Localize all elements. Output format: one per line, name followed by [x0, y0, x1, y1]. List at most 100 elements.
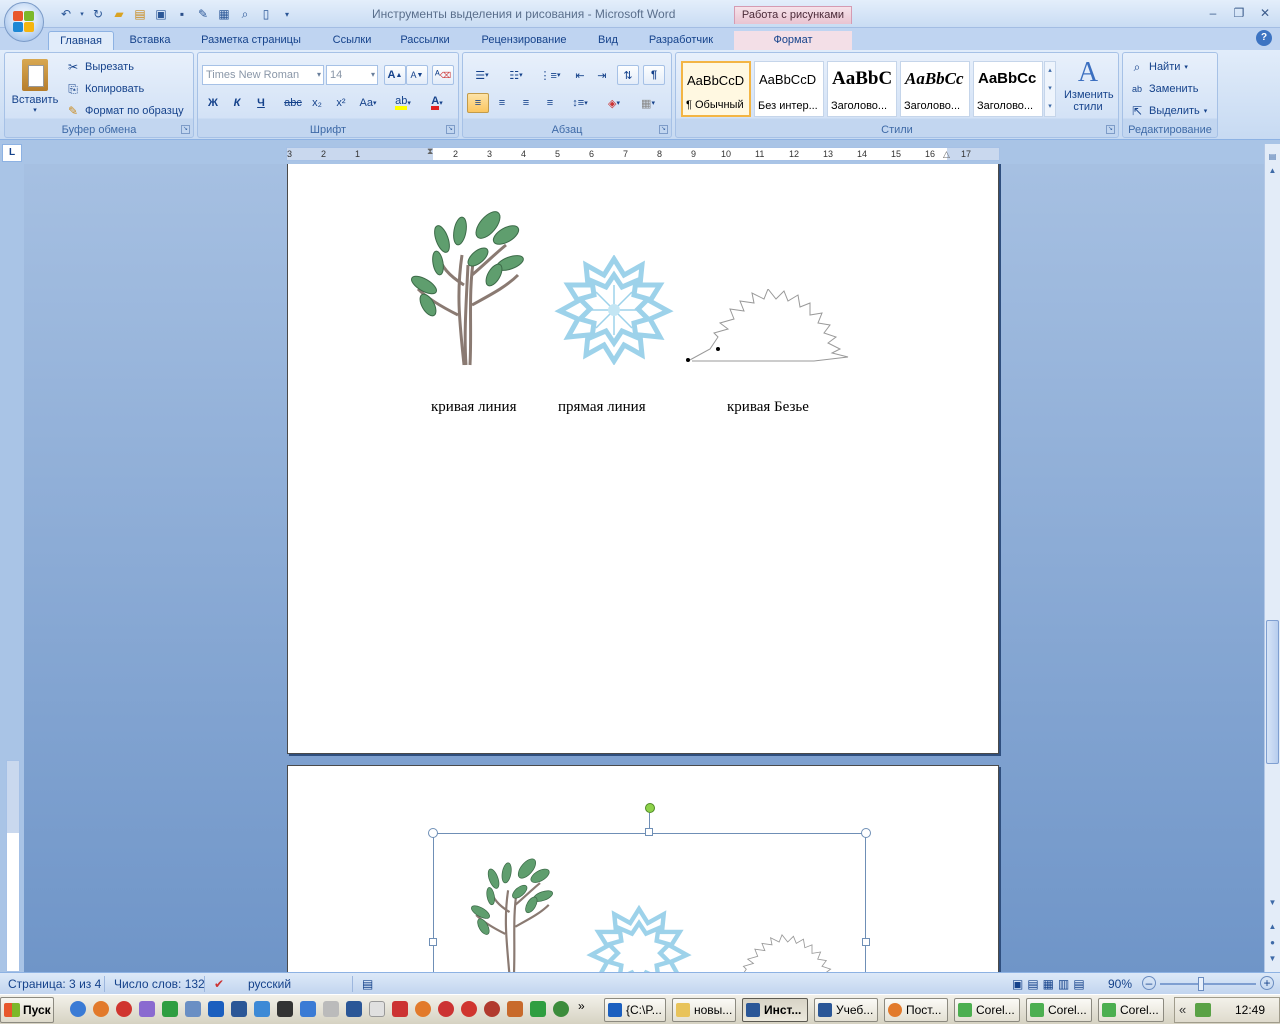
horizontal-ruler[interactable]: 3 2 1 2 3 4 5 6 7 8 9 10 11 12 13 14 15 … — [286, 146, 1000, 161]
view-buttons[interactable]: ▣▤▦▥▤ — [1012, 977, 1089, 991]
paragraph-launcher-icon[interactable]: ↘ — [659, 125, 668, 134]
minimize-icon[interactable]: – — [1202, 4, 1224, 22]
zoom-level[interactable]: 90% — [1108, 977, 1132, 991]
spelling-check-icon[interactable]: ✔ — [214, 977, 224, 991]
tab-mailings[interactable]: Рассылки — [390, 31, 460, 50]
quick-launch-icon[interactable] — [162, 1001, 178, 1017]
taskbar-button[interactable]: Corel... — [954, 998, 1020, 1022]
resize-handle-icon[interactable] — [429, 938, 437, 946]
clock[interactable]: 12:49 — [1235, 1003, 1265, 1017]
hedgehog-drawing[interactable] — [684, 289, 852, 365]
restore-icon[interactable]: ❐ — [1228, 4, 1250, 22]
tab-developer[interactable]: Разработчик — [636, 31, 726, 50]
taskbar-button[interactable]: Инст... — [742, 998, 808, 1022]
select-button[interactable]: ⇱ Выделить ▾ — [1129, 101, 1207, 121]
hedgehog-drawing-copy[interactable] — [722, 932, 842, 972]
quick-launch-icon[interactable] — [461, 1001, 477, 1017]
quick-launch-icon[interactable] — [530, 1001, 546, 1017]
styles-scroll[interactable]: ▴ ▾ ▾ — [1044, 61, 1056, 117]
style-heading-3[interactable]: AaBbCc Заголово... — [973, 61, 1043, 117]
quick-launch-icon[interactable] — [139, 1001, 155, 1017]
quick-launch-icon[interactable] — [392, 1001, 408, 1017]
document-area[interactable]: кривая линия прямая линия кривая Безье — [24, 164, 1264, 972]
tab-page-layout[interactable]: Разметка страницы — [190, 31, 312, 50]
align-right-button[interactable]: ≡ — [515, 93, 537, 113]
zoom-slider[interactable] — [1160, 983, 1256, 985]
highlight-button[interactable]: ab ▾ — [388, 93, 418, 113]
taskbar-button[interactable]: Учеб... — [814, 998, 878, 1022]
undo-dropdown-icon[interactable]: ▾ — [78, 5, 86, 23]
document-page[interactable] — [287, 765, 999, 972]
find-button[interactable]: ⌕ Найти ▾ — [1129, 57, 1188, 77]
quick-launch-icon[interactable] — [300, 1001, 316, 1017]
office-button[interactable] — [4, 2, 44, 42]
justify-button[interactable]: ≡ — [539, 93, 561, 113]
style-heading-1[interactable]: AaBbC Заголово... — [827, 61, 897, 117]
snowflake-drawing-copy[interactable] — [586, 904, 692, 972]
vertical-ruler[interactable] — [6, 760, 20, 972]
scroll-down-icon[interactable]: ▼ — [1266, 896, 1279, 910]
sort-button[interactable]: ⇅ — [617, 65, 639, 85]
bold-button[interactable]: Ж — [202, 93, 224, 113]
edit-icon[interactable]: ✎ — [194, 5, 212, 23]
right-indent-marker-icon[interactable]: △ — [943, 149, 950, 160]
taskbar-button[interactable]: {C:\P... — [604, 998, 666, 1022]
tab-insert[interactable]: Вставка — [120, 31, 180, 50]
macro-record-icon[interactable]: ▤ — [362, 977, 373, 991]
font-size-combo[interactable]: 14 ▾ — [326, 65, 378, 85]
redo-icon[interactable]: ↻ — [89, 5, 107, 23]
taskbar-button[interactable]: новы... — [672, 998, 736, 1022]
quick-launch-icon[interactable] — [438, 1001, 454, 1017]
tab-home[interactable]: Главная — [48, 31, 114, 50]
tab-review[interactable]: Рецензирование — [468, 31, 580, 50]
style-heading-2[interactable]: AaBbCc Заголово... — [900, 61, 970, 117]
word-count[interactable]: Число слов: 132 — [114, 977, 205, 991]
styles-launcher-icon[interactable]: ↘ — [1106, 125, 1115, 134]
align-center-button[interactable]: ≡ — [491, 93, 513, 113]
quick-launch-icon[interactable] — [208, 1001, 224, 1017]
style-normal[interactable]: AaBbCcD ¶ Обычный — [681, 61, 751, 117]
undo-icon[interactable]: ↶ — [57, 5, 75, 23]
underline-button[interactable]: Ч — [250, 93, 272, 113]
grow-font-button[interactable]: A ▲ — [384, 65, 406, 85]
previous-page-icon[interactable]: ▲ — [1266, 920, 1279, 934]
language-indicator[interactable]: русский — [248, 977, 291, 991]
quick-launch-icon[interactable] — [70, 1001, 86, 1017]
start-button[interactable]: Пуск — [0, 997, 54, 1023]
quick-launch-icon[interactable] — [346, 1001, 362, 1017]
shrink-font-button[interactable]: A ▼ — [406, 65, 428, 85]
print-preview-icon[interactable]: ▣ — [152, 5, 170, 23]
change-case-button[interactable]: Aa ▾ — [354, 93, 382, 113]
font-color-button[interactable]: A ▾ — [422, 93, 452, 113]
document-page[interactable]: кривая линия прямая линия кривая Безье — [287, 164, 999, 754]
select-browse-object-icon[interactable]: ● — [1266, 936, 1279, 950]
indent-marker-icon[interactable]: ⧗ — [427, 146, 433, 157]
open-icon[interactable]: ▰ — [110, 5, 128, 23]
taskbar-button[interactable]: Пост... — [884, 998, 948, 1022]
network-icon[interactable] — [1195, 1003, 1211, 1017]
tab-selector[interactable]: L — [2, 144, 22, 162]
quick-launch-icon[interactable] — [93, 1001, 109, 1017]
close-icon[interactable]: ✕ — [1254, 4, 1276, 22]
subscript-button[interactable]: x₂ — [306, 93, 328, 113]
tab-format[interactable]: Формат — [734, 31, 852, 50]
tree-drawing-copy[interactable] — [452, 854, 570, 972]
clipboard-launcher-icon[interactable]: ↘ — [181, 125, 190, 134]
quick-launch-icon[interactable] — [277, 1001, 293, 1017]
strikethrough-button[interactable]: abc — [282, 93, 304, 113]
zoom-out-icon[interactable]: – — [1142, 976, 1156, 990]
vertical-scrollbar[interactable]: ▤ ▲ ▼ ▲ ● ▼ — [1264, 144, 1280, 972]
bullets-button[interactable]: ☰ ▾ — [467, 65, 497, 85]
increase-indent-button[interactable]: ⇥ — [591, 65, 613, 85]
style-no-spacing[interactable]: AaBbCcD Без интер... — [754, 61, 824, 117]
ruler-toggle-icon[interactable]: ▤ — [1266, 150, 1279, 164]
scroll-thumb[interactable] — [1266, 620, 1279, 764]
next-page-icon[interactable]: ▼ — [1266, 952, 1279, 966]
resize-handle-icon[interactable] — [862, 938, 870, 946]
table-icon[interactable]: ▦ — [215, 5, 233, 23]
quick-launch-more-icon[interactable]: » — [578, 999, 594, 1015]
quick-launch-icon[interactable] — [507, 1001, 523, 1017]
new-icon[interactable]: ▤ — [131, 5, 149, 23]
clear-formatting-button[interactable]: ᴬ ⌫ — [432, 65, 454, 85]
save-icon[interactable]: ▪ — [173, 5, 191, 23]
